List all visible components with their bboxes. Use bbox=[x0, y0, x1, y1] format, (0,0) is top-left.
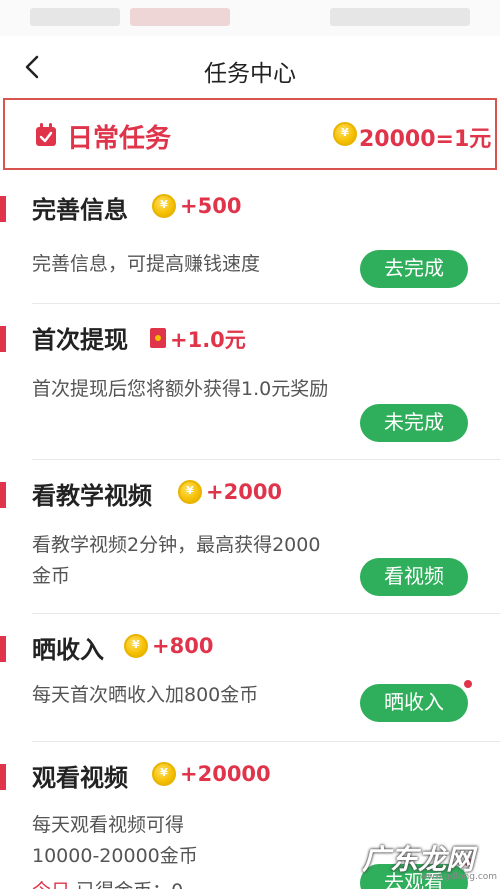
page-title: 任务中心 bbox=[204, 61, 296, 87]
not-completed-button[interactable]: 未完成 bbox=[360, 404, 468, 442]
coin-icon bbox=[178, 480, 202, 504]
task-description: 每天观看视频可得10000-20000金币 bbox=[32, 814, 198, 867]
task-accent-bar bbox=[0, 326, 6, 352]
share-income-button[interactable]: 晒收入 bbox=[360, 684, 468, 722]
coin-icon bbox=[152, 762, 176, 786]
today-coins-text: 已得金币：0 bbox=[76, 880, 183, 889]
task-title: 完善信息 bbox=[32, 196, 128, 224]
daily-tasks-title: 日常任务 bbox=[67, 124, 172, 154]
status-blur-mid bbox=[130, 8, 230, 26]
coin-icon bbox=[152, 194, 176, 218]
task-accent-bar bbox=[0, 764, 6, 790]
task-title: 晒收入 bbox=[32, 636, 104, 664]
task-description: 完善信息，可提高赚钱速度 bbox=[32, 253, 261, 275]
task-reward: +800 bbox=[152, 634, 214, 658]
task-reward: +2000 bbox=[206, 480, 283, 504]
status-blur-right bbox=[330, 8, 470, 26]
go-complete-button[interactable]: 去完成 bbox=[360, 250, 468, 288]
task-item: 看教学视频 +2000 看教学视频2分钟，最高获得2000金币 看视频 bbox=[0, 462, 500, 614]
task-description: 首次提现后您将额外获得1.0元奖励 bbox=[32, 378, 329, 400]
task-reward: +20000 bbox=[180, 762, 271, 786]
today-coins-line: 今日 已得金币：0 bbox=[32, 876, 183, 889]
task-accent-bar bbox=[0, 482, 6, 508]
coin-icon bbox=[333, 122, 357, 146]
calendar-check-icon bbox=[36, 123, 56, 146]
task-description: 每天首次晒收入加800金币 bbox=[32, 684, 259, 706]
task-title: 看教学视频 bbox=[32, 482, 152, 510]
divider bbox=[32, 459, 500, 460]
watch-tutorial-button[interactable]: 看视频 bbox=[360, 558, 468, 596]
task-title: 观看视频 bbox=[32, 764, 128, 792]
exchange-rate: 20000=1元 bbox=[359, 127, 492, 152]
task-title: 首次提现 bbox=[32, 326, 128, 354]
status-blur-left bbox=[30, 8, 120, 26]
red-envelope-icon bbox=[150, 328, 166, 348]
task-item: 首次提现 +1.0元 首次提现后您将额外获得1.0元奖励 未完成 bbox=[0, 306, 500, 460]
task-reward: +500 bbox=[180, 194, 242, 218]
today-label: 今日 bbox=[32, 880, 70, 889]
daily-tasks-header: 日常任务 20000=1元 bbox=[3, 98, 497, 170]
divider bbox=[32, 613, 500, 614]
divider bbox=[32, 303, 500, 304]
coin-icon bbox=[124, 634, 148, 658]
task-reward: +1.0元 bbox=[170, 328, 246, 352]
task-accent-bar bbox=[0, 196, 6, 222]
notification-dot bbox=[464, 680, 472, 688]
task-item: 晒收入 +800 每天首次晒收入加800金币 晒收入 bbox=[0, 616, 500, 742]
status-bar bbox=[0, 0, 500, 36]
watermark-url: www.gdlong.com bbox=[420, 872, 498, 882]
task-description: 看教学视频2分钟，最高获得2000金币 bbox=[32, 534, 321, 587]
task-item: 完善信息 +500 完善信息，可提高赚钱速度 去完成 bbox=[0, 176, 500, 304]
divider bbox=[32, 741, 500, 742]
nav-bar: 任务中心 bbox=[0, 36, 500, 98]
task-accent-bar bbox=[0, 636, 6, 662]
